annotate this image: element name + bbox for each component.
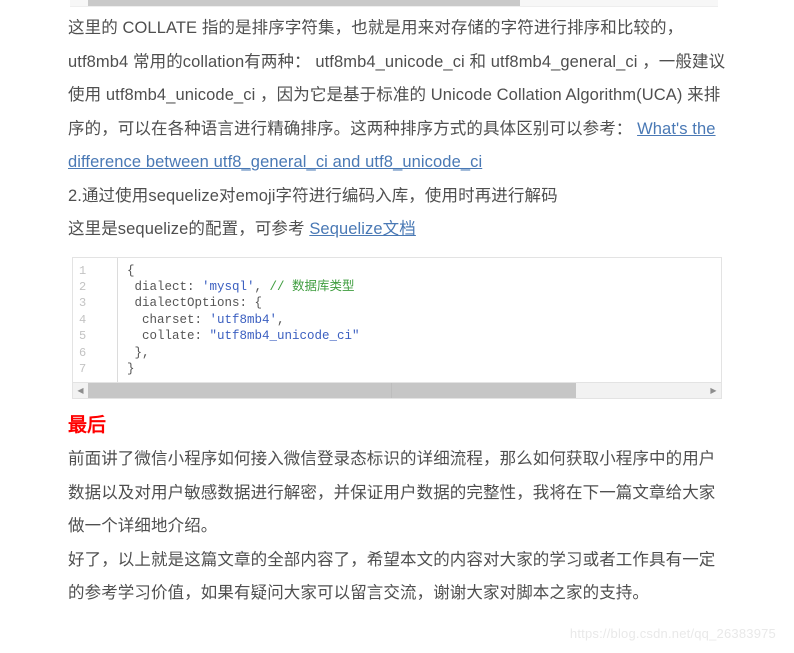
code-line: collate: "utf8mb4_unicode_ci" [127,328,721,344]
scrollbar-thumb-seam [390,383,392,399]
paragraph-sequelize-config: 这里是sequelize的配置，可参考 Sequelize文档 [0,213,794,247]
code-token: , [254,279,270,294]
code-line: { [127,263,721,279]
code-token: collate: [127,329,210,344]
code-token: charset: [127,312,210,327]
code-content[interactable]: { dialect: 'mysql', // 数据库类型 dialectOpti… [118,257,721,383]
scrollbar-thumb[interactable] [88,383,577,399]
code-line-number-gutter: 12 34 567 [73,257,118,383]
code-token: }, [127,345,150,360]
scrollbar-track[interactable] [88,383,706,399]
code-token: // 数据库类型 [269,279,355,294]
inline-link[interactable]: Sequelize文档 [309,220,416,238]
code-token: 'mysql' [202,279,255,294]
code-line: dialect: 'mysql', // 数据库类型 [127,279,721,295]
paragraph-text-run: 这里的 COLLATE 指的是排序字符集，也就是用来对存储的字符进行排序和比较的… [68,19,726,138]
code-token: , [277,312,285,327]
code-line: } [127,361,721,377]
code-line-number: 1 [79,263,87,278]
code-line-number: 4 [79,312,87,327]
code-line: }, [127,345,721,361]
code-line-number: 3 [79,296,87,311]
code-line-number: 6 [79,345,87,360]
paragraph-sequelize-intro: 2.通过使用sequelize对emoji字符进行编码入库，使用时再进行解码 [0,180,794,214]
code-line: charset: 'utf8mb4', [127,312,721,328]
code-token: { [127,263,135,278]
code-line-number: 2 [79,279,87,294]
scroll-right-arrow-icon[interactable]: ▶ [706,383,721,399]
scroll-left-arrow-icon[interactable]: ◀ [73,383,88,399]
code-token: } [127,361,135,376]
code-token: dialect: [127,279,203,294]
paragraph-closing-1: 前面讲了微信小程序如何接入微信登录态标识的详细流程，那么如何获取小程序中的用户数… [68,450,716,536]
paragraph-collate: 这里的 COLLATE 指的是排序字符集，也就是用来对存储的字符进行排序和比较的… [0,6,794,180]
csdn-watermark: https://blog.csdn.net/qq_26383975 [569,626,776,641]
code-line: dialectOptions: { [127,295,721,311]
paragraph-text-run: 2.通过使用sequelize对emoji字符进行编码入库，使用时再进行解码 [68,186,558,205]
code-block: 12 34 567 { dialect: 'mysql', // 数据库类型 dia… [72,256,722,400]
code-token: 'utf8mb4' [209,312,278,327]
code-token: "utf8mb4_unicode_ci" [209,329,360,344]
section-title-final: 最后 [68,415,107,437]
code-token: dialectOptions: { [127,296,263,311]
code-line-number: 5 [79,329,87,344]
code-horizontal-scrollbar[interactable]: ◀ ▶ [73,382,721,399]
paragraph-closing-2: 好了，以上就是这篇文章的全部内容了，希望本文的内容对大家的学习或者工作具有一定的… [68,550,716,603]
article-body: 这里的 COLLATE 指的是排序字符集，也就是用来对存储的字符进行排序和比较的… [0,6,794,611]
code-line-number: 7 [79,361,87,376]
code-block-body: 12 34 567 { dialect: 'mysql', // 数据库类型 dia… [73,257,721,383]
paragraph-text-run: 这里是sequelize的配置，可参考 [68,220,310,238]
